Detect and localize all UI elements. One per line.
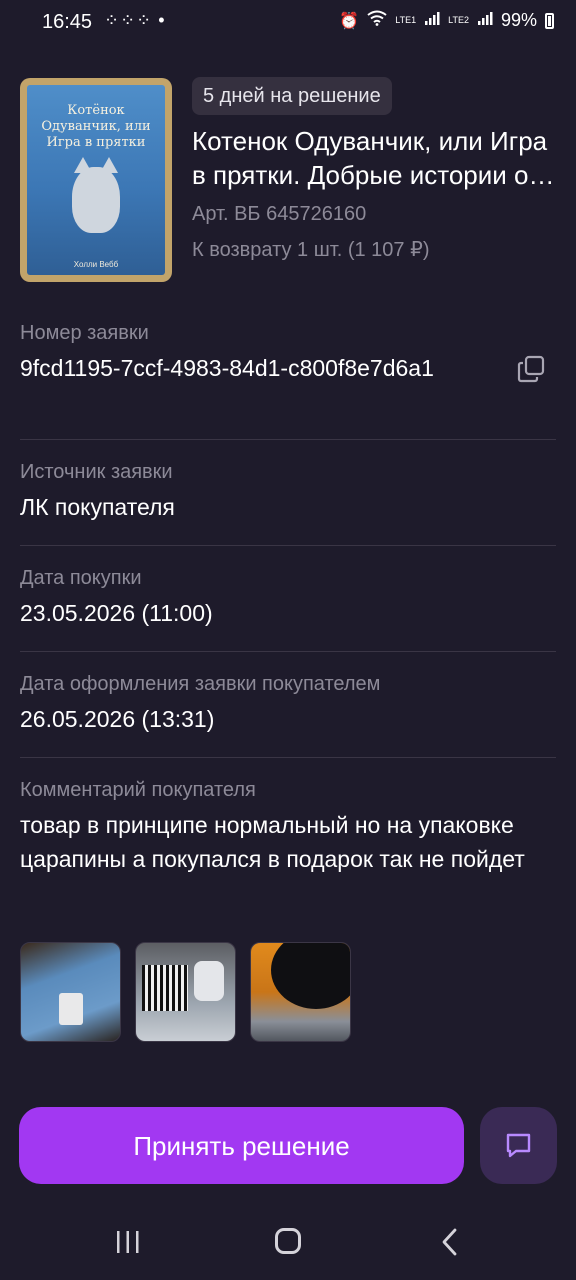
wifi-icon — [367, 10, 387, 31]
cover-art: Котёнок Одуванчик, или Игра в прятки Хол… — [27, 85, 165, 275]
product-article: Арт. ВБ 645726160 — [192, 203, 367, 225]
home-icon[interactable] — [275, 1228, 301, 1254]
product-title[interactable]: Котенок Одуванчик, или Игра в прятки. До… — [192, 124, 557, 192]
return-info: К возврату 1 шт. (1 107 ₽) — [192, 239, 430, 261]
customer-photos — [20, 942, 351, 1042]
comment-field: Комментарий покупателя товар в принципе … — [20, 779, 556, 876]
status-time: 16:45 — [42, 11, 93, 33]
deadline-badge: 5 дней на решение — [192, 77, 392, 115]
product-cover-image[interactable]: Котёнок Одуванчик, или Игра в прятки Хол… — [20, 78, 172, 282]
request-number-value: 9fcd1195-7ccf-4983-84d1-c800f8e7d6a1 — [20, 355, 434, 381]
divider — [20, 439, 556, 440]
purchase-date-field: Дата покупки 23.05.2026 (11:00) — [20, 567, 556, 630]
divider — [20, 545, 556, 546]
request-date-value: 26.05.2026 (13:31) — [20, 706, 215, 732]
request-number-label: Номер заявки — [20, 322, 149, 344]
purchase-date-value: 23.05.2026 (11:00) — [20, 600, 213, 626]
photo-detail — [271, 943, 350, 1009]
system-nav-bar — [0, 1200, 576, 1280]
request-number-field: Номер заявки 9fcd1195-7ccf-4983-84d1-c80… — [20, 322, 556, 385]
request-source-field: Источник заявки ЛК покупателя — [20, 461, 556, 524]
customer-photo-2[interactable] — [135, 942, 236, 1042]
request-date-label: Дата оформления заявки покупателем — [20, 673, 381, 695]
chat-icon — [506, 1133, 531, 1158]
cover-author: Холли Вебб — [73, 260, 119, 269]
signal-icon — [424, 10, 440, 31]
notification-icons: ⁘⁘⁘ • — [104, 10, 166, 30]
battery-percent: 99% — [500, 10, 537, 30]
status-bar: 16:45 ⁘⁘⁘ • ⏰ LTE1 LTE2 99% — [0, 0, 576, 46]
status-right-icons: ⏰ LTE1 LTE2 99% — [339, 10, 554, 31]
photo-detail — [59, 993, 83, 1025]
customer-photo-1[interactable] — [20, 942, 121, 1042]
request-date-field: Дата оформления заявки покупателем 26.05… — [20, 673, 556, 736]
photo-detail — [194, 961, 224, 1001]
comment-label: Комментарий покупателя — [20, 779, 256, 801]
sim2-label: LTE2 — [448, 15, 469, 25]
purchase-date-label: Дата покупки — [20, 567, 142, 589]
request-source-label: Источник заявки — [20, 461, 173, 483]
divider — [20, 757, 556, 758]
recent-apps-icon[interactable] — [114, 1230, 142, 1254]
qr-code-detail — [142, 965, 188, 1011]
sim1-label: LTE1 — [395, 15, 417, 25]
comment-value: товар в принципе нормальный но на упаков… — [20, 812, 525, 872]
battery-icon — [545, 12, 554, 29]
cover-title: Котёнок Одуванчик, или Игра в прятки — [41, 103, 151, 150]
kitten-illustration — [72, 157, 120, 233]
divider — [20, 651, 556, 652]
alarm-icon: ⏰ — [339, 12, 360, 30]
signal-icon-2 — [477, 10, 493, 31]
request-source-value: ЛК покупателя — [20, 494, 175, 520]
customer-photo-3[interactable] — [250, 942, 351, 1042]
accept-decision-button[interactable]: Принять решение — [19, 1107, 464, 1184]
back-icon[interactable] — [440, 1228, 460, 1256]
chat-button[interactable] — [480, 1107, 557, 1184]
copy-icon[interactable] — [517, 355, 545, 383]
